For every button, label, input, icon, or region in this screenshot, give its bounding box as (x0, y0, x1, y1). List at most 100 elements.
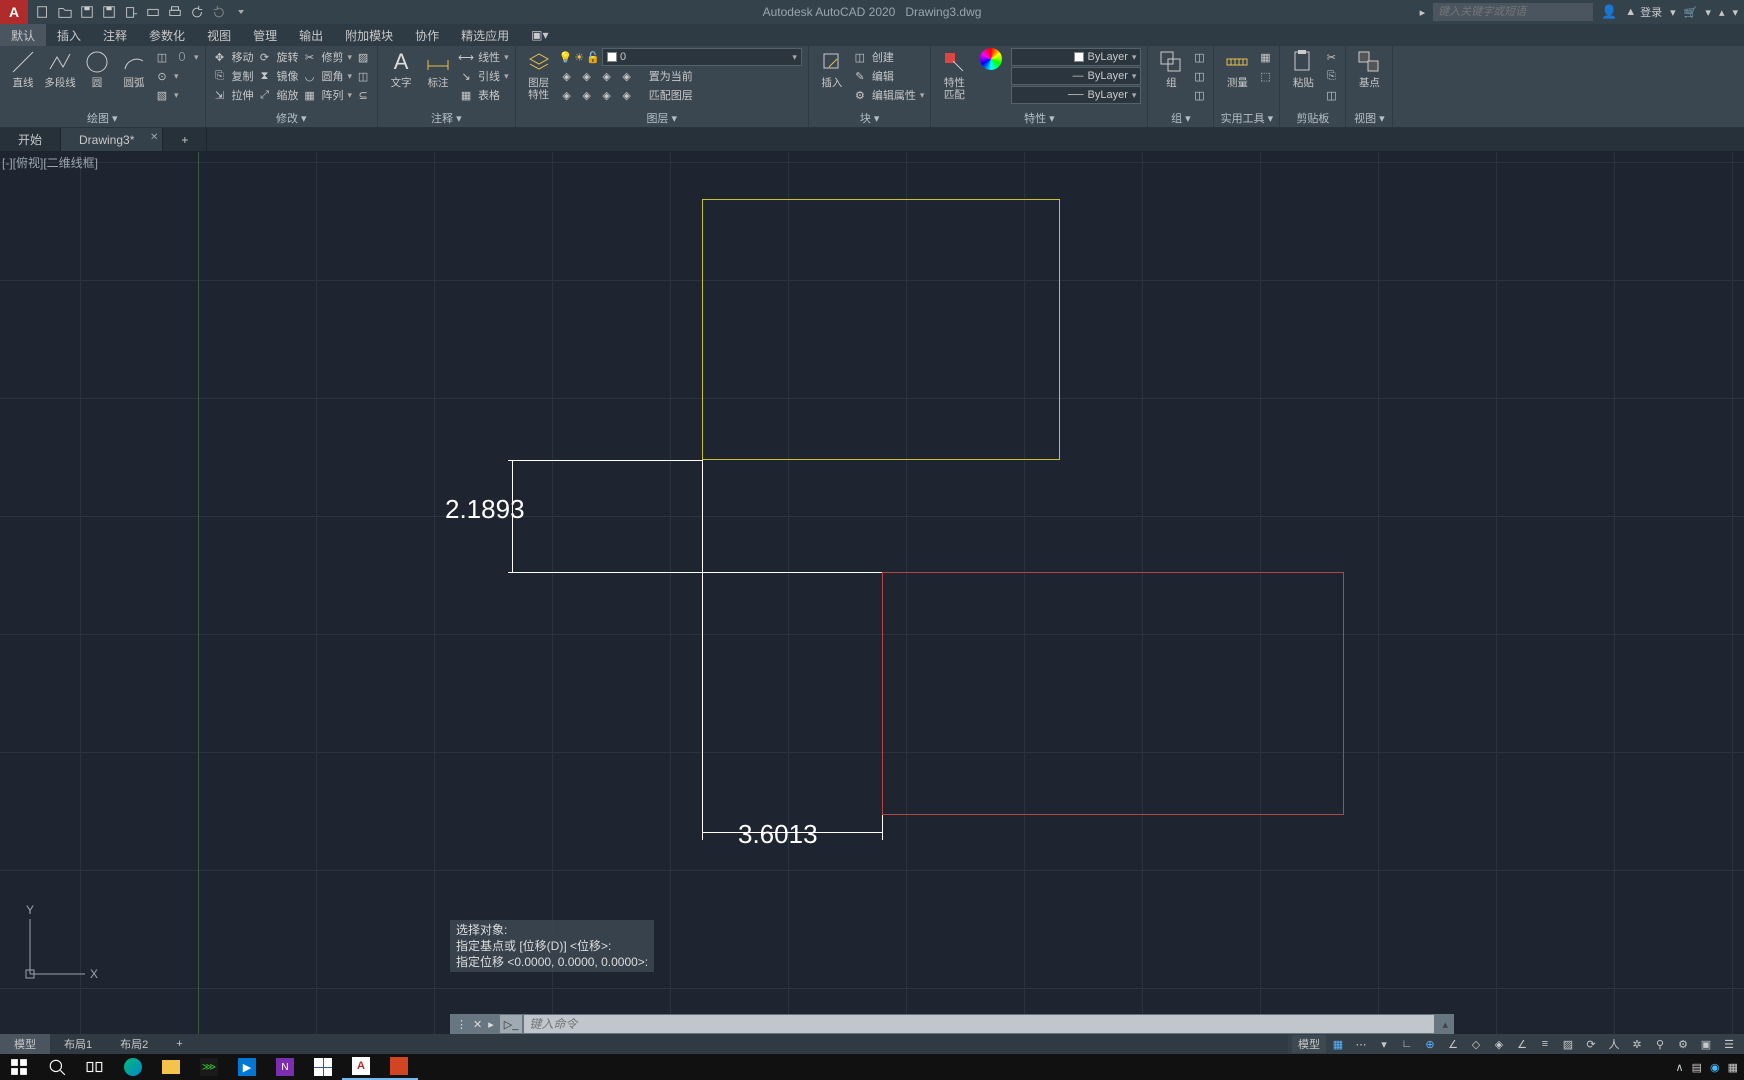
annomon-icon[interactable]: ▣ (1695, 1035, 1717, 1053)
iso-icon[interactable]: ∠ (1442, 1035, 1464, 1053)
rotate-button[interactable]: ⟳旋转 (257, 48, 299, 66)
color-wheel-icon[interactable] (974, 48, 1008, 70)
util-extra2[interactable]: ⬚ (1257, 67, 1273, 85)
search-icon[interactable] (38, 1054, 76, 1080)
tab-default[interactable]: 默认 (0, 24, 46, 46)
maximize-icon[interactable]: ▾ (1732, 6, 1738, 19)
base-button[interactable]: 基点 (1352, 48, 1386, 89)
grid-icon[interactable]: ▦ (1327, 1035, 1349, 1053)
dimension-button[interactable]: 标注 (421, 48, 455, 89)
insert-button[interactable]: 插入 (815, 48, 849, 89)
draw-row2[interactable]: ⊙▾ (154, 67, 199, 85)
measure-button[interactable]: 测量 (1220, 48, 1254, 89)
help-dropdown-icon[interactable]: ▾ (1705, 6, 1711, 19)
tab-featured[interactable]: 精选应用 (450, 24, 520, 46)
create-block-button[interactable]: ◫创建 (852, 48, 925, 66)
signin-icon[interactable]: 👤 (1601, 4, 1617, 20)
util-extra1[interactable]: ▦ (1257, 48, 1273, 66)
ppt-icon[interactable] (380, 1054, 418, 1080)
copy-button[interactable]: ⎘复制 (212, 67, 254, 85)
array-button[interactable]: ▦阵列 ▾ (302, 86, 353, 104)
cmd-grip-icon[interactable]: ⋮ (456, 1018, 467, 1031)
layer-icon6[interactable]: ◈ (579, 87, 595, 103)
edit-block-button[interactable]: ✎编辑 (852, 67, 925, 85)
linear-dim-button[interactable]: ⟷线性 ▾ (458, 48, 509, 66)
tray-icon2[interactable]: ◉ (1710, 1061, 1720, 1074)
paste-button[interactable]: 粘贴 (1286, 48, 1320, 89)
snap-icon[interactable]: ⋯ (1350, 1035, 1372, 1053)
stretch-button[interactable]: ⇲拉伸 (212, 86, 254, 104)
polyline-button[interactable]: 多段线 (43, 48, 77, 89)
viewport-label[interactable]: [-][俯视][二维线框] (2, 154, 98, 171)
tab-view[interactable]: 视图 (196, 24, 242, 46)
group-extra3[interactable]: ◫ (1191, 86, 1207, 104)
units-icon[interactable]: ☰ (1718, 1035, 1740, 1053)
layer-icon3[interactable]: ◈ (599, 68, 615, 84)
annoscale-icon[interactable]: 人 (1603, 1035, 1625, 1053)
arc-button[interactable]: 圆弧 (117, 48, 151, 89)
layer-bulb-icon[interactable]: 💡 (559, 51, 573, 64)
autoscale-icon[interactable]: ⚲ (1649, 1035, 1671, 1053)
layer-icon1[interactable]: ◈ (559, 68, 575, 84)
cloud-icon[interactable] (120, 1, 142, 23)
3dosnap-icon[interactable]: ◈ (1488, 1035, 1510, 1053)
save-icon[interactable] (76, 1, 98, 23)
annovisibility-icon[interactable]: ✲ (1626, 1035, 1648, 1053)
draw-row1[interactable]: ◫⬯▾ (154, 48, 199, 66)
saveas-icon[interactable] (98, 1, 120, 23)
qat-dropdown-icon[interactable] (230, 1, 252, 23)
command-input[interactable] (524, 1015, 1434, 1033)
move-button[interactable]: ✥移动 (212, 48, 254, 66)
tab-manage[interactable]: 管理 (242, 24, 288, 46)
undo-icon[interactable] (186, 1, 208, 23)
match-props-button[interactable]: 特性 匹配 (937, 48, 971, 101)
tab-output[interactable]: 输出 (288, 24, 334, 46)
color-combo[interactable]: ByLayer▾ (1011, 48, 1141, 66)
layer-lock-icon[interactable]: 🔓 (586, 51, 600, 64)
plot-icon[interactable] (142, 1, 164, 23)
group-button[interactable]: 组 (1154, 48, 1188, 89)
layer-icon5[interactable]: ◈ (559, 87, 575, 103)
cmd-up-icon[interactable]: ▴ (1436, 1018, 1454, 1031)
tray-icon3[interactable]: ▦ (1728, 1061, 1738, 1074)
search-input[interactable] (1433, 3, 1593, 21)
clip-extra-icon[interactable]: ◫ (1323, 86, 1339, 104)
tray-up-icon[interactable]: ∧ (1676, 1061, 1684, 1074)
layer-properties-button[interactable]: 图层 特性 (522, 48, 556, 101)
leader-button[interactable]: ↘引线 ▾ (458, 67, 509, 85)
cmd-recent-icon[interactable]: ▸ (488, 1018, 494, 1031)
cart-icon[interactable]: 🛒 (1684, 6, 1698, 19)
redo-icon[interactable] (208, 1, 230, 23)
match-layer-button[interactable]: 匹配图层 (649, 87, 693, 103)
otrack-icon[interactable]: ∠ (1511, 1035, 1533, 1053)
snap-drop-icon[interactable]: ▾ (1373, 1035, 1395, 1053)
linetype-combo[interactable]: ──ByLayer▾ (1011, 86, 1141, 104)
layer-combo[interactable]: 0▾ (602, 48, 802, 66)
tab-collab[interactable]: 协作 (404, 24, 450, 46)
minimize-icon[interactable]: ▴ (1719, 6, 1725, 19)
new-icon[interactable] (32, 1, 54, 23)
transparency-icon[interactable]: ▨ (1557, 1035, 1579, 1053)
line-button[interactable]: 直线 (6, 48, 40, 89)
circle-button[interactable]: 圆 (80, 48, 114, 89)
layout-model[interactable]: 模型 (0, 1034, 50, 1054)
tab-insert[interactable]: 插入 (46, 24, 92, 46)
tab-extra-icon[interactable]: ▣▾ (520, 24, 559, 46)
edit-attr-button[interactable]: ⚙编辑属性 ▾ (852, 86, 925, 104)
start-icon[interactable] (0, 1054, 38, 1080)
workspace-icon[interactable]: ⚙ (1672, 1035, 1694, 1053)
osnap-icon[interactable]: ◇ (1465, 1035, 1487, 1053)
trim-button[interactable]: ✂修剪 ▾ (302, 48, 353, 66)
app-logo[interactable]: A (0, 0, 28, 24)
table-button[interactable]: ▦表格 (458, 86, 509, 104)
autocad-icon[interactable]: A (342, 1054, 380, 1080)
cut-icon[interactable]: ✂ (1323, 48, 1339, 66)
video-icon[interactable]: ▶ (228, 1054, 266, 1080)
open-icon[interactable] (54, 1, 76, 23)
layer-icon2[interactable]: ◈ (579, 68, 595, 84)
layer-icon7[interactable]: ◈ (599, 87, 615, 103)
edge-icon[interactable] (114, 1054, 152, 1080)
layer-sun-icon[interactable]: ☀ (574, 51, 584, 64)
drawing-canvas[interactable]: // grid drawn below via JS after data lo… (0, 152, 1744, 1034)
group-extra2[interactable]: ◫ (1191, 67, 1207, 85)
